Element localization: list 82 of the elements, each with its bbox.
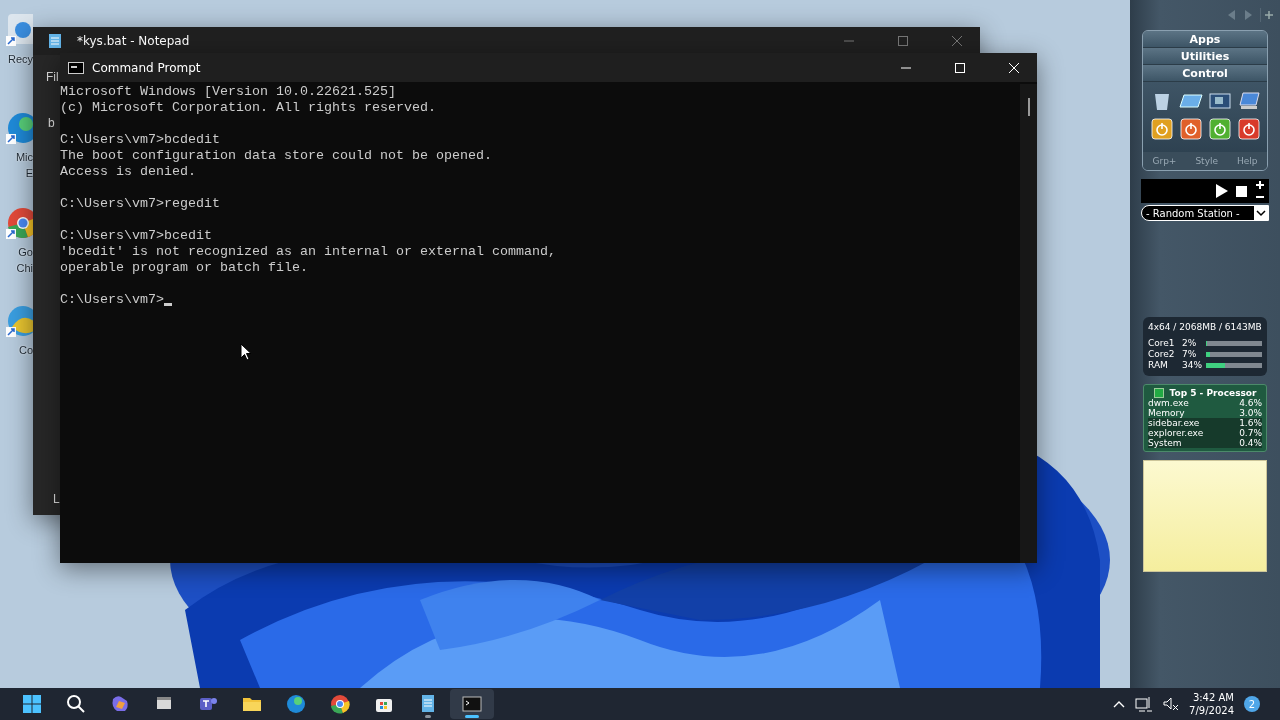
group-tab[interactable]: Control [1143, 65, 1267, 82]
notepad-text: b [48, 116, 55, 130]
icon-label: Chi [16, 261, 33, 275]
terminal-line: 'bcedit' is not recognized as an internal or external command, [60, 244, 556, 260]
close-icon [1009, 62, 1019, 73]
meter-reading: 2% [1182, 338, 1198, 348]
process-usage: 3.0% [1239, 408, 1262, 418]
maximize-icon [898, 36, 908, 46]
panel-icon [1178, 93, 1203, 109]
launcher-tile[interactable] [1236, 118, 1261, 140]
notepad-icon [49, 34, 61, 48]
power-icon [1237, 118, 1260, 140]
launcher-tile[interactable] [1149, 118, 1174, 140]
terminal-line: C:\Users\vm7> [60, 292, 164, 308]
close-icon [952, 36, 962, 46]
clock-time[interactable]: 3:42 AM [1192, 691, 1234, 704]
meter-label: RAM [1148, 360, 1169, 370]
volume-muted-icon[interactable] [1163, 696, 1180, 712]
maximize-icon [955, 62, 965, 73]
meter-label: Core1 [1148, 338, 1176, 348]
trash-icon [1152, 91, 1171, 111]
browser-icon [285, 693, 307, 715]
gadget-link[interactable]: Style [1195, 156, 1218, 166]
terminal-line: C:\Users\vm7>bcedit [60, 228, 212, 244]
terminal-line: C:\Users\vm7>bcdedit [60, 132, 220, 148]
start-icon [21, 693, 43, 715]
process-name: sidebar.exe [1148, 418, 1200, 428]
process-usage: 0.4% [1239, 438, 1262, 448]
window-title: Command Prompt [92, 60, 202, 75]
memory-summary: 4x64 / 2068MB / 6143MB [1148, 322, 1262, 332]
search-icon [65, 693, 87, 715]
terminal-line: (c) Microsoft Corporation. All rights reserved. [60, 100, 436, 116]
caret-icon [1254, 206, 1268, 220]
icon-label: Co [18, 343, 33, 357]
process-name: explorer.exe [1148, 428, 1204, 438]
process-name: Memory [1148, 408, 1185, 418]
notepad-text: Fil [46, 70, 59, 84]
pointer-icon [240, 343, 252, 361]
play-icon[interactable] [1216, 184, 1228, 198]
group-tab[interactable]: Apps [1143, 31, 1267, 48]
process-usage: 4.6% [1239, 398, 1262, 408]
icon-label: Go [18, 245, 33, 259]
screens-icon [1208, 92, 1231, 110]
chevron-icon[interactable] [1113, 700, 1126, 708]
launcher-tile[interactable] [1207, 118, 1232, 140]
taskbar-app[interactable] [450, 689, 494, 719]
window-title: *kys.bat - Notepad [76, 34, 191, 48]
icon-label: Mic [15, 150, 33, 164]
meter-reading: 34% [1182, 360, 1203, 370]
volume-icon[interactable] [1255, 181, 1265, 201]
process-usage: 0.7% [1239, 428, 1262, 438]
scrollbar-thumb[interactable] [1027, 98, 1030, 116]
group-tab[interactable]: Utilities [1143, 48, 1267, 65]
gadget-title: Top 5 - Processor [1169, 388, 1257, 398]
meter-label: Core2 [1148, 349, 1176, 359]
process-name: System [1148, 438, 1182, 448]
notepad-text: L [53, 492, 60, 506]
terminal-line: Microsoft Windows [Version 10.0.22621.525] [60, 84, 396, 100]
icon-label: E [25, 166, 33, 180]
icon-label: Recy [7, 52, 33, 66]
terminal-icon [68, 61, 84, 74]
process-usage: 1.6% [1239, 418, 1262, 428]
power-icon [1179, 118, 1202, 140]
stop-icon[interactable] [1236, 185, 1247, 197]
station-dropdown[interactable]: - Random Station - [1141, 205, 1269, 221]
network-icon[interactable] [1135, 696, 1154, 712]
power-icon [1150, 118, 1173, 140]
launcher-tile[interactable] [1207, 90, 1232, 112]
clock-date[interactable]: 7/9/2024 [1189, 704, 1234, 717]
gadget-link[interactable]: Grp+ [1152, 156, 1177, 166]
terminal-line: Access is denied. [60, 164, 196, 180]
process-name: dwm.exe [1148, 398, 1189, 408]
terminal-line: operable program or batch file. [60, 260, 308, 276]
add-icon[interactable] [1260, 8, 1274, 22]
terminal-line: C:\Users\vm7>regedit [60, 196, 220, 212]
browser-icon [329, 693, 351, 715]
power-icon [1208, 118, 1231, 140]
terminal-line: The boot configuration data store could not be opened. [60, 148, 492, 164]
launcher-tile[interactable] [1178, 118, 1203, 140]
meter-reading: 7% [1182, 349, 1198, 359]
gadget-link[interactable]: Help [1236, 156, 1258, 166]
terminal-icon [461, 693, 483, 715]
